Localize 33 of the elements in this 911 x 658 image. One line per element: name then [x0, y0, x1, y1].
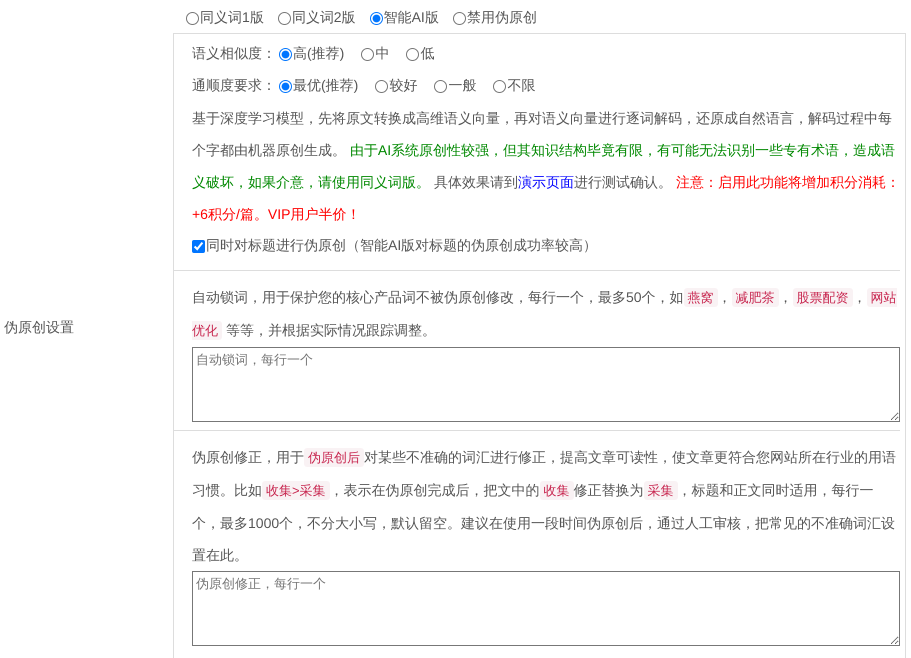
checkbox-label: 同时对标题进行伪原创（智能AI版对标题的伪原创成功率较高）: [206, 237, 598, 255]
radio-label: 同义词2版: [292, 9, 356, 27]
radio-label: 中: [375, 45, 390, 63]
radio-button[interactable]: [279, 48, 292, 60]
field-label: 通顺度要求：: [192, 77, 276, 95]
description-text: 自动锁词，用于保护您的核心产品词不被伪原创修改，每行一个，最多50个，如 燕窝 ， 减肥茶 ， 股票配资 ， 网站优化 等等，并根据实际情况跟踪调整。: [192, 287, 898, 342]
radio-label: 高(推荐): [293, 45, 344, 63]
radio-label: 禁用伪原创: [466, 9, 537, 27]
lock-words-field[interactable]: 自动锁词，每行一个: [192, 347, 900, 422]
demo-page-link[interactable]: 演示页面: [518, 174, 574, 190]
radio-button[interactable]: [434, 80, 448, 92]
correction-field[interactable]: 伪原创修正，每行一个: [192, 571, 900, 646]
radio-button[interactable]: [406, 48, 420, 60]
radio-button[interactable]: [493, 80, 506, 92]
radio-label: 同义词1版: [200, 9, 264, 27]
radio-button[interactable]: [370, 12, 383, 24]
description-text: 基于深度学习模型，先将原文转换成高维语义向量，再对语义向量进行逐词解码，还原成自然语言，解码过程中每个字都由机器原创生成。 由于AI系统原创性较强，但其知识结构毕竟有限，有可能无法识别一些专有术语，造成语义破坏，如果介意，请使用同义词版。 具体效果请到演示页面进行测试确认。 注意：启用此功能将增加积分消耗：+6积分/篇。VIP用户半价！: [192, 109, 900, 224]
checkbox[interactable]: [192, 240, 205, 252]
description-text: 伪原创修正，用于 伪原创后 对某些不准确的词汇进行修正，提高文章可读性，使文章更符合您网站所在行业的用语习惯。比如 收集>采集 ，表示在伪原创完成后，把文中的 收集 修正替换为 采集 ，标题和正文同时适用，每行一个，最多1000个，不分大小写，默认留空。建议在使用一段时间伪原创后，通过人工审核，把常见的不准确词汇设置在此。: [192, 447, 897, 565]
radio-button[interactable]: [279, 80, 292, 92]
radio-button[interactable]: [186, 12, 199, 24]
radio-label: 一般: [448, 77, 476, 95]
radio-label: 低: [420, 45, 434, 63]
radio-button[interactable]: [278, 12, 291, 24]
radio-label: 不限: [507, 77, 536, 95]
field-label: 语义相似度：: [192, 45, 276, 63]
radio-button[interactable]: [452, 12, 466, 24]
section-label: 伪原创设置: [3, 318, 75, 336]
radio-button[interactable]: [375, 80, 388, 92]
radio-label: 最优(推荐): [293, 77, 358, 95]
radio-label: 较好: [389, 77, 418, 95]
radio-label: 智能AI版: [384, 9, 439, 27]
radio-button[interactable]: [361, 48, 374, 60]
